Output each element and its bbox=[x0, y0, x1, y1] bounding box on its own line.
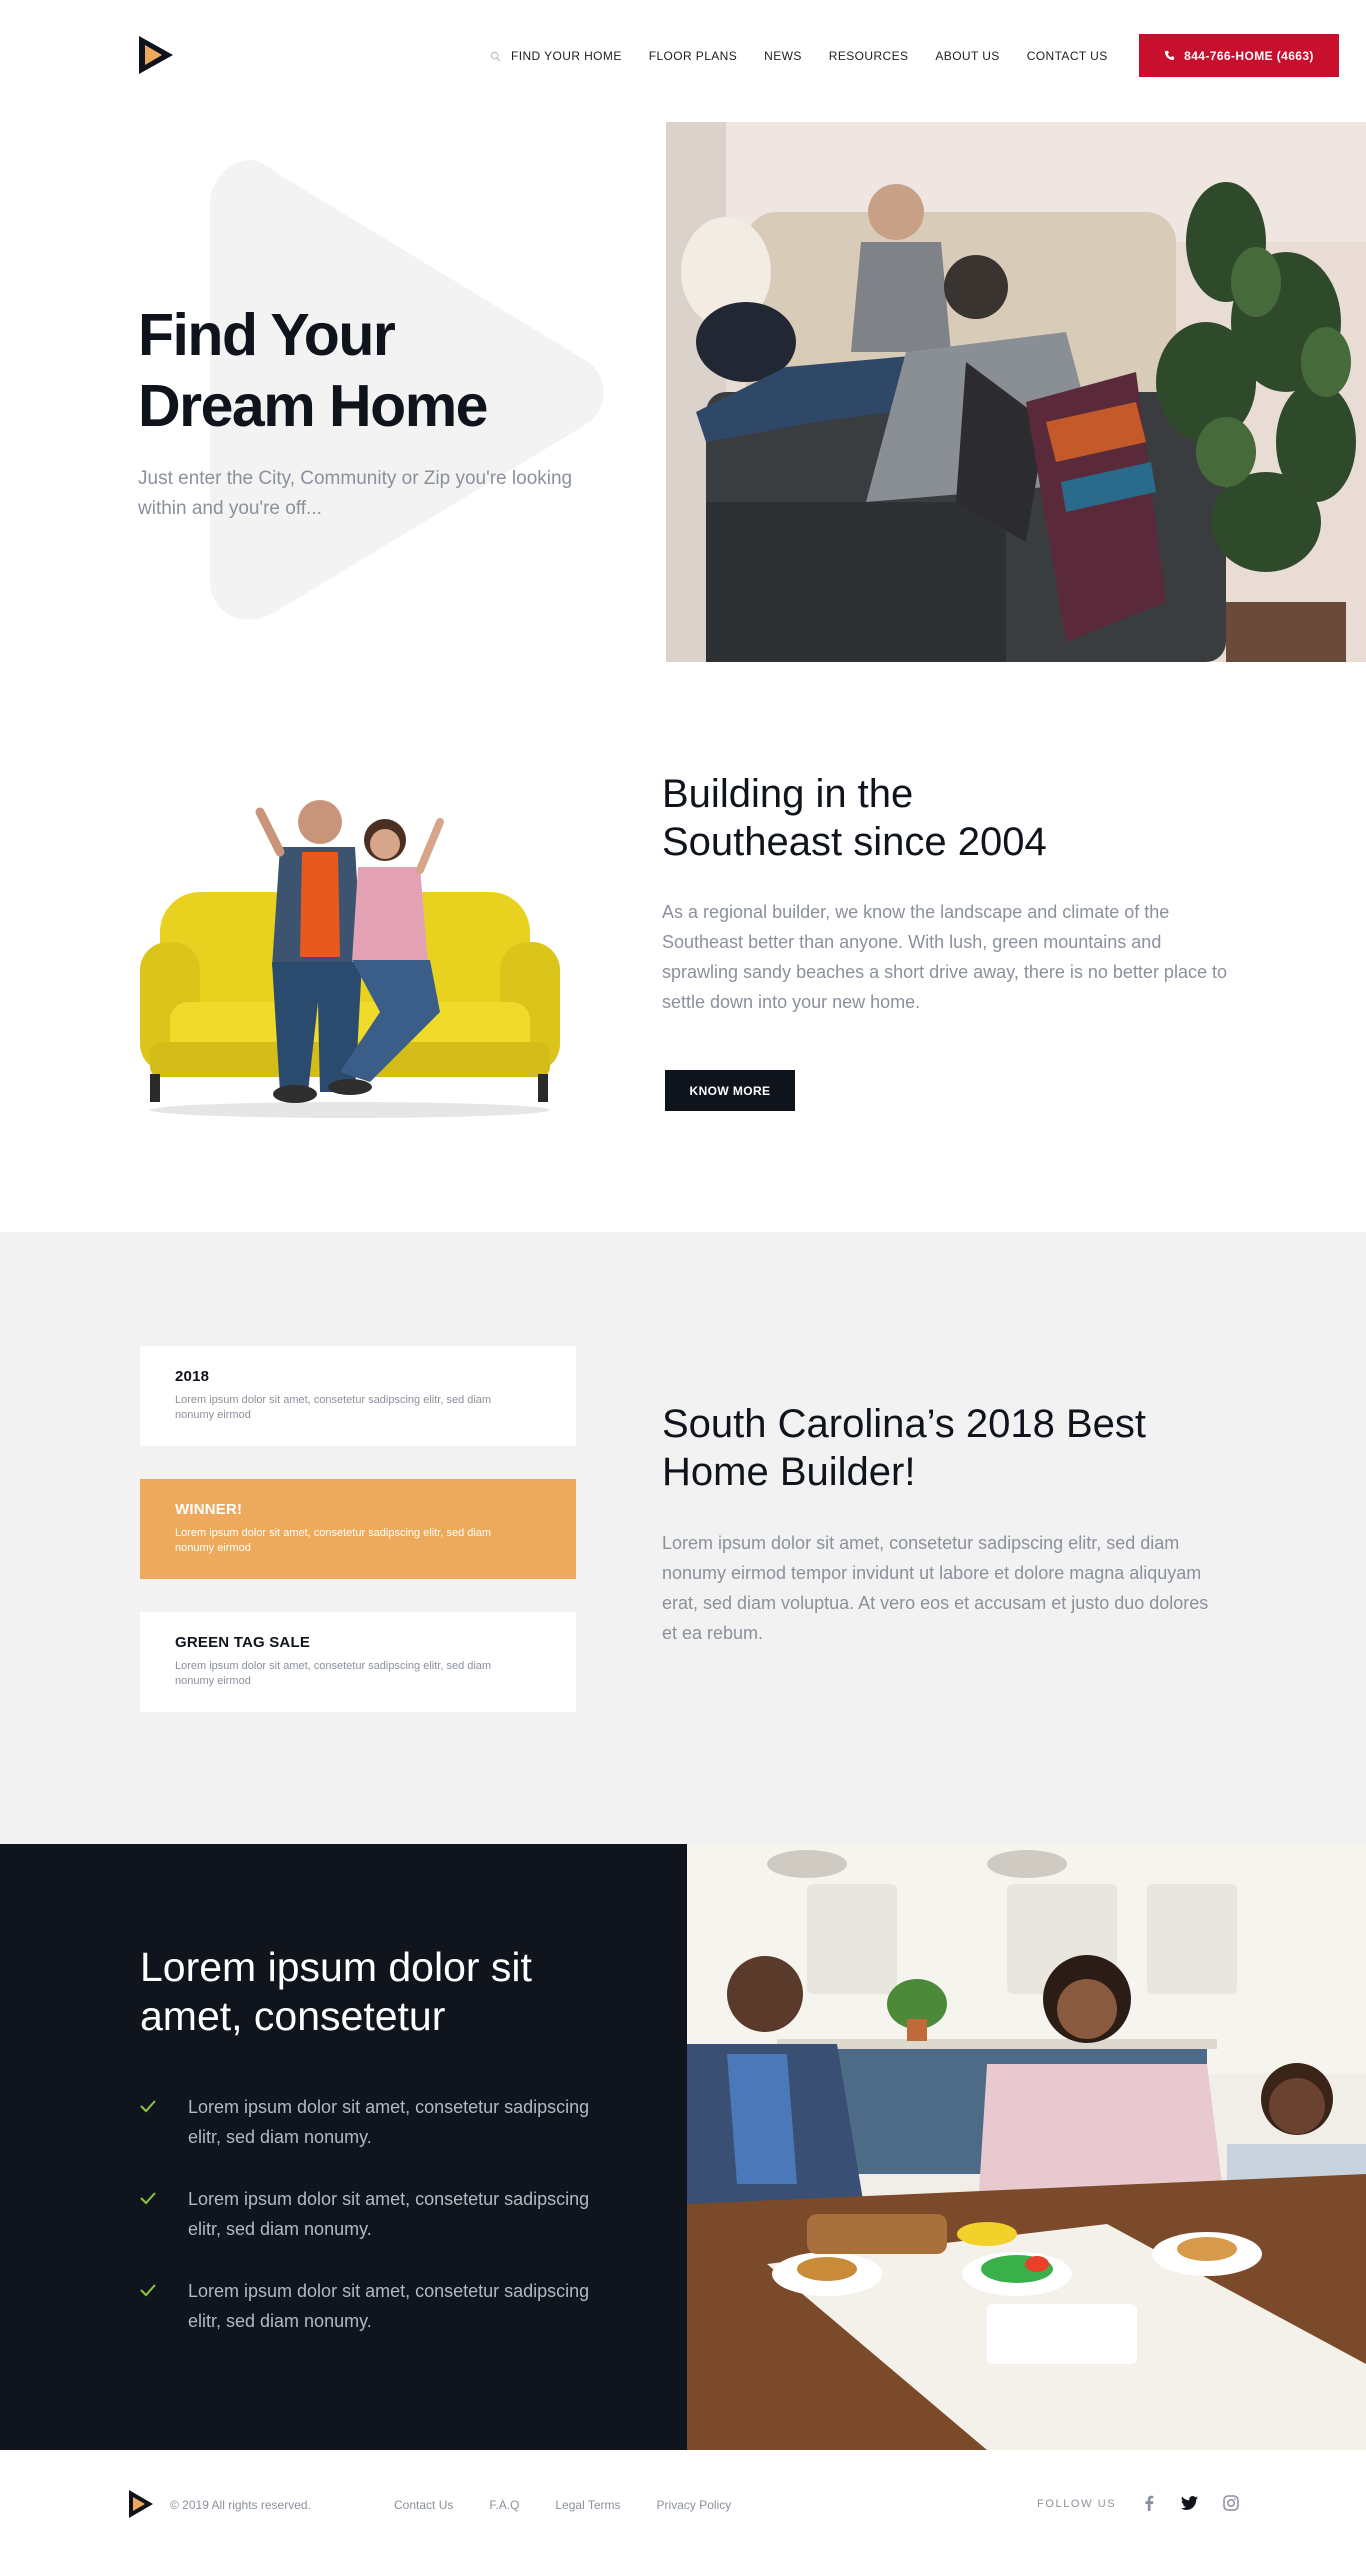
footer-links: Contact Us F.A.Q Legal Terms Privacy Pol… bbox=[394, 2498, 767, 2512]
check-icon bbox=[140, 2284, 156, 2297]
site-footer: © 2019 All rights reserved. Contact Us F… bbox=[0, 2450, 1366, 2563]
feature-item: Lorem ipsum dolor sit amet, consetetur s… bbox=[140, 2184, 620, 2244]
logo-play-icon[interactable] bbox=[136, 33, 176, 77]
award-card-green-tag-sale[interactable]: GREEN TAG SALE Lorem ipsum dolor sit ame… bbox=[140, 1612, 576, 1712]
building-description: As a regional builder, we know the lands… bbox=[662, 902, 1227, 1012]
award-title: South Carolina’s 2018 Best Home Builder! bbox=[662, 1400, 1262, 1496]
know-more-button[interactable]: KNOW MORE bbox=[665, 1070, 795, 1111]
building-title-line2: Southeast since 2004 bbox=[662, 820, 1047, 864]
nav-label: FIND YOUR HOME bbox=[511, 49, 622, 63]
footer-link-contact-us[interactable]: Contact Us bbox=[394, 2498, 453, 2512]
feature-text: Lorem ipsum dolor sit amet, consetetur s… bbox=[188, 2281, 590, 2331]
follow-us-label: FOLLOW US bbox=[1037, 2498, 1117, 2510]
family-dinner-photo bbox=[687, 1844, 1366, 2450]
building-title-line1: Building in the bbox=[662, 772, 914, 816]
couple-on-sofa-image bbox=[140, 792, 560, 1122]
feature-text: Lorem ipsum dolor sit amet, consetetur s… bbox=[188, 2097, 590, 2147]
nav-label: CONTACT US bbox=[1026, 49, 1108, 63]
phone-icon bbox=[1165, 50, 1175, 61]
footer-link-legal-terms[interactable]: Legal Terms bbox=[555, 2498, 620, 2512]
hero-living-room-photo bbox=[666, 122, 1366, 662]
card-title: 2018 bbox=[175, 1368, 210, 1385]
card-text: Lorem ipsum dolor sit amet, consetetur s… bbox=[175, 1660, 492, 1687]
award-title-line2: Home Builder! bbox=[662, 1450, 916, 1494]
logo-play-icon[interactable] bbox=[127, 2488, 155, 2520]
nav-floor-plans[interactable]: FLOOR PLANS bbox=[649, 49, 737, 63]
site-header: FIND YOUR HOME FLOOR PLANS NEWS RESOURCE… bbox=[0, 0, 1366, 112]
nav-contact-us[interactable]: CONTACT US bbox=[1027, 49, 1108, 63]
award-description: Lorem ipsum dolor sit amet, consetetur s… bbox=[662, 1533, 1209, 1643]
phone-button[interactable]: 844-766-HOME (4663) bbox=[1139, 34, 1339, 77]
nav-label: RESOURCES bbox=[828, 49, 909, 63]
card-text: Lorem ipsum dolor sit amet, consetetur s… bbox=[175, 1527, 492, 1554]
hero-title: Find Your Dream Home bbox=[138, 300, 638, 442]
features-title-line1: Lorem ipsum dolor sit bbox=[140, 1944, 532, 1990]
building-title: Building in the Southeast since 2004 bbox=[662, 770, 1262, 866]
hero-title-line2: Dream Home bbox=[138, 373, 488, 439]
nav-find-your-home[interactable]: FIND YOUR HOME bbox=[490, 49, 622, 63]
footer-link-faq[interactable]: F.A.Q bbox=[489, 2498, 519, 2512]
search-icon bbox=[490, 51, 501, 61]
award-card-winner[interactable]: WINNER! Lorem ipsum dolor sit amet, cons… bbox=[140, 1479, 576, 1579]
instagram-icon[interactable] bbox=[1222, 2494, 1240, 2512]
card-text: Lorem ipsum dolor sit amet, consetetur s… bbox=[175, 1394, 492, 1421]
hero-subtitle: Just enter the City, Community or Zip yo… bbox=[138, 468, 573, 519]
feature-item: Lorem ipsum dolor sit amet, consetetur s… bbox=[140, 2276, 620, 2336]
copyright-text: © 2019 All rights reserved. bbox=[170, 2498, 311, 2512]
check-icon bbox=[140, 2100, 156, 2113]
nav-resources[interactable]: RESOURCES bbox=[829, 49, 909, 63]
nav-label: NEWS bbox=[764, 49, 802, 63]
features-title: Lorem ipsum dolor sit amet, consetetur bbox=[140, 1943, 620, 2041]
feature-text: Lorem ipsum dolor sit amet, consetetur s… bbox=[188, 2189, 590, 2239]
twitter-icon[interactable] bbox=[1180, 2494, 1198, 2512]
main-nav: FIND YOUR HOME FLOOR PLANS NEWS RESOURCE… bbox=[490, 46, 1135, 66]
footer-link-privacy-policy[interactable]: Privacy Policy bbox=[657, 2498, 732, 2512]
award-title-line1: South Carolina’s 2018 Best bbox=[662, 1402, 1147, 1446]
nav-label: ABOUT US bbox=[935, 49, 1000, 63]
card-title: WINNER! bbox=[175, 1501, 243, 1518]
award-card-2018[interactable]: 2018 Lorem ipsum dolor sit amet, consete… bbox=[140, 1346, 576, 1446]
phone-number: 844-766-HOME (4663) bbox=[1184, 48, 1314, 63]
nav-news[interactable]: NEWS bbox=[764, 49, 802, 63]
card-title: GREEN TAG SALE bbox=[175, 1634, 311, 1651]
nav-about-us[interactable]: ABOUT US bbox=[935, 49, 999, 63]
nav-label: FLOOR PLANS bbox=[648, 49, 738, 63]
check-icon bbox=[140, 2192, 156, 2205]
features-title-line2: amet, consetetur bbox=[140, 1993, 446, 2039]
feature-item: Lorem ipsum dolor sit amet, consetetur s… bbox=[140, 2092, 620, 2152]
facebook-icon[interactable] bbox=[1140, 2494, 1158, 2512]
hero-title-line1: Find Your bbox=[138, 302, 396, 368]
